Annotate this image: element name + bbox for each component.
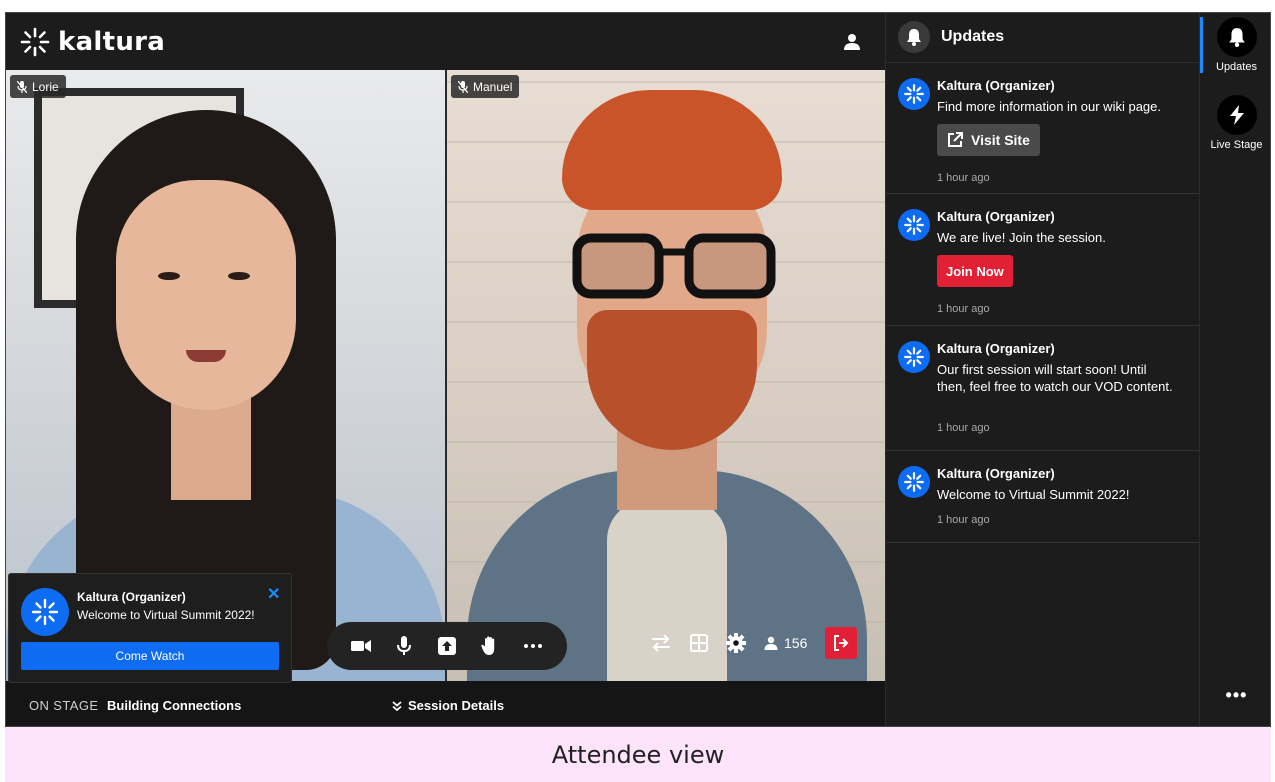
rail-tab-updates[interactable]: Updates <box>1200 17 1270 73</box>
update-message: Our first session will start soon! Until… <box>937 362 1173 394</box>
raise-hand-icon <box>481 636 495 655</box>
raise-hand-button[interactable] <box>479 635 501 657</box>
kaltura-burst-icon <box>20 27 50 57</box>
participant-name: Manuel <box>473 79 513 94</box>
rail-tab-live-stage[interactable]: Live Stage <box>1200 95 1270 151</box>
organizer-avatar <box>898 78 930 110</box>
more-options-icon[interactable]: ••• <box>1200 685 1270 706</box>
microphone-icon <box>396 636 411 655</box>
kaltura-burst-icon <box>904 215 924 235</box>
image-caption: Attendee view <box>5 727 1271 782</box>
session-name: Building Connections <box>107 698 242 713</box>
lightning-icon <box>1229 105 1244 125</box>
update-message: Find more information in our wiki page. <box>937 99 1161 114</box>
media-controls <box>327 622 567 670</box>
live-stage: kaltura Lorie Manuel 156 Kaltura (Organi… <box>6 13 885 726</box>
updates-panel-header: Updates <box>886 13 1200 63</box>
share-screen-icon <box>437 637 456 655</box>
update-item: Kaltura (Organizer) Welcome to Virtual S… <box>886 452 1200 543</box>
update-item: Kaltura (Organizer) Our first session wi… <box>886 327 1200 451</box>
organizer-avatar <box>21 588 69 636</box>
external-link-icon <box>948 132 963 147</box>
close-icon[interactable]: ✕ <box>267 584 280 604</box>
bell-icon-badge <box>898 21 930 53</box>
glasses-graphic <box>572 233 776 299</box>
participant-name: Lorie <box>32 79 59 94</box>
viewer-count[interactable]: 156 <box>764 635 807 651</box>
camera-icon <box>350 640 371 652</box>
more-options-button[interactable] <box>522 635 544 657</box>
notification-toast: Kaltura (Organizer) Welcome to Virtual S… <box>8 573 292 683</box>
update-timestamp: 1 hour ago <box>937 514 990 526</box>
session-details-toggle[interactable]: Session Details <box>392 698 504 713</box>
kaltura-burst-icon <box>904 84 924 104</box>
toast-message: Welcome to Virtual Summit 2022! <box>77 608 255 622</box>
update-item: Kaltura (Organizer) We are live! Join th… <box>886 195 1200 326</box>
kaltura-burst-icon <box>904 347 924 367</box>
switch-layout-icon[interactable] <box>650 634 672 652</box>
rail-tab-label: Live Stage <box>1210 139 1263 151</box>
screenshot-frame: kaltura Lorie Manuel 156 Kaltura (Organi… <box>0 0 1275 782</box>
update-item: Kaltura (Organizer) Find more informatio… <box>886 64 1200 194</box>
update-timestamp: 1 hour ago <box>937 422 990 434</box>
exit-icon <box>834 635 849 651</box>
bell-icon-circle <box>1216 17 1257 57</box>
mic-muted-icon <box>17 80 27 93</box>
lightning-icon-circle <box>1216 95 1257 135</box>
person-icon <box>764 636 778 650</box>
toast-title: Kaltura (Organizer) <box>77 590 186 604</box>
more-options-icon <box>524 644 543 648</box>
update-author: Kaltura (Organizer) <box>937 209 1055 224</box>
top-bar: kaltura <box>6 13 885 70</box>
updates-panel: Updates Kaltura (Organizer) Find more in… <box>885 13 1200 726</box>
eye <box>158 272 180 280</box>
kaltura-burst-icon <box>31 598 59 626</box>
mouth <box>186 350 226 362</box>
session-info-bar: ON STAGE Building Connections Session De… <box>6 685 885 726</box>
participant-face <box>116 180 296 410</box>
bell-icon <box>1228 28 1245 47</box>
update-timestamp: 1 hour ago <box>937 172 990 184</box>
video-tile-manuel[interactable] <box>447 70 885 681</box>
eye <box>228 272 250 280</box>
come-watch-button[interactable]: Come Watch <box>21 642 279 670</box>
settings-gear-icon[interactable] <box>726 633 746 653</box>
organizer-avatar <box>898 466 930 498</box>
rail-tab-label: Updates <box>1216 61 1257 73</box>
bell-icon <box>907 29 921 46</box>
session-details-label: Session Details <box>408 698 505 713</box>
leave-session-button[interactable] <box>825 627 858 659</box>
update-author: Kaltura (Organizer) <box>937 466 1055 481</box>
kaltura-burst-icon <box>904 472 924 492</box>
join-now-button[interactable]: Join Now <box>937 255 1013 287</box>
stage-right-controls: 156 <box>650 627 858 659</box>
grid-view-icon[interactable] <box>690 634 708 652</box>
visit-site-label: Visit Site <box>971 132 1030 148</box>
update-message: We are live! Join the session. <box>937 230 1106 245</box>
microphone-button[interactable] <box>393 635 415 657</box>
organizer-avatar <box>898 341 930 373</box>
organizer-avatar <box>898 209 930 241</box>
participant-name-tag: Lorie <box>10 75 66 98</box>
side-rail: Updates Live Stage ••• <box>1199 13 1270 726</box>
double-chevron-down-icon <box>392 700 402 711</box>
on-stage-label: ON STAGE <box>29 698 99 713</box>
mic-muted-icon <box>458 80 468 93</box>
user-profile-icon[interactable] <box>843 33 861 51</box>
logo-wordmark: kaltura <box>58 27 166 57</box>
kaltura-logo[interactable]: kaltura <box>20 27 165 57</box>
kaltura-event-app: kaltura Lorie Manuel 156 Kaltura (Organi… <box>5 12 1271 727</box>
update-message: Welcome to Virtual Summit 2022! <box>937 487 1130 502</box>
update-timestamp: 1 hour ago <box>937 303 990 315</box>
visit-site-button[interactable]: Visit Site <box>937 124 1040 156</box>
camera-button[interactable] <box>350 635 372 657</box>
share-screen-button[interactable] <box>436 635 458 657</box>
update-author: Kaltura (Organizer) <box>937 341 1055 356</box>
participant-name-tag: Manuel <box>451 75 520 98</box>
viewer-count-value: 156 <box>784 635 808 651</box>
panel-title: Updates <box>941 28 1005 45</box>
update-author: Kaltura (Organizer) <box>937 78 1055 93</box>
